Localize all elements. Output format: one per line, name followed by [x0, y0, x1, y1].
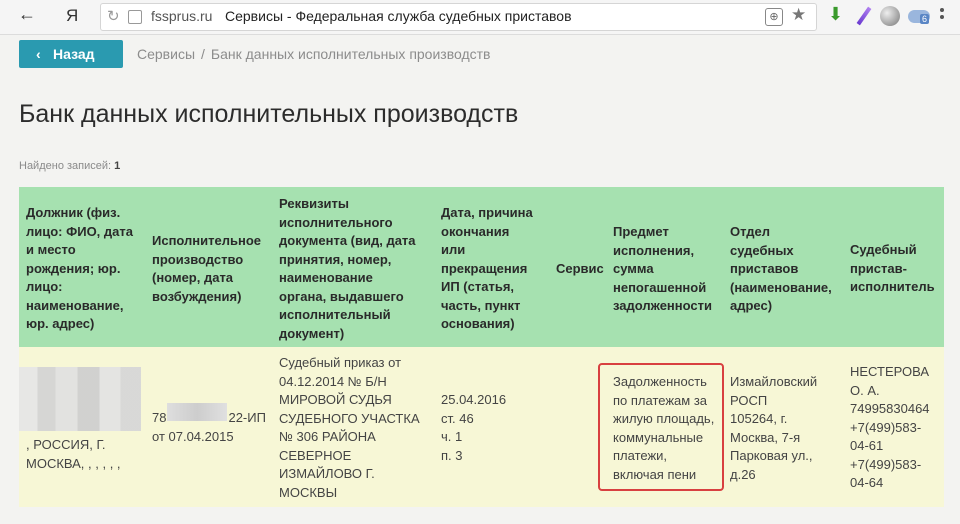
page-title: Банк данных исполнительных производств	[19, 100, 519, 128]
bailiff-phone-1[interactable]: 74995830464	[850, 400, 944, 419]
back-button-label: Назад	[53, 46, 95, 62]
redacted-debtor-name	[19, 367, 141, 431]
menu-dots-icon[interactable]	[940, 8, 944, 28]
bailiff-phone-2[interactable]: +7(499)583- 04-61	[850, 419, 944, 456]
row-debtor: , РОССИЯ, Г. МОСКВА, , , , , ,	[26, 437, 121, 471]
back-arrow-icon[interactable]: ←	[18, 4, 36, 25]
header-department: Отдел судебных приставов (наименование, адре…	[730, 224, 832, 313]
breadcrumb-services[interactable]: Сервисы	[137, 46, 195, 62]
address-domain: fssprus.ru	[151, 8, 213, 24]
header-bailiff: Судебный пристав-исполнитель	[850, 242, 935, 294]
row-department: Измайловский РОСП 105264, г. Москва, 7-я Пар…	[730, 374, 818, 482]
lock-icon[interactable]	[128, 10, 142, 24]
records-found-count: 1	[114, 160, 121, 172]
sphere-extension-icon[interactable]	[880, 6, 900, 26]
header-document: Реквизиты исполнительного документа (вид, …	[279, 196, 416, 341]
back-button[interactable]: ‹ Назад	[19, 40, 123, 68]
records-found: Найдено записей: 1	[19, 160, 120, 172]
header-debtor: Должник (физ. лицо: ФИО, дата и место рожде…	[26, 205, 133, 331]
reload-icon[interactable]: ↻	[107, 7, 120, 25]
results-table: Должник (физ. лицо: ФИО, дата и место рожде…	[19, 187, 944, 507]
header-end-date: Дата, причина окончания или прекращения ИП (…	[441, 205, 533, 331]
address-page-title: Сервисы - Федеральная служба судебных пр…	[225, 8, 572, 24]
cloud-extension-icon[interactable]: 6	[908, 10, 930, 24]
row-subject: Задолженность по платежам за жилую площадь…	[613, 374, 715, 482]
chevron-left-icon: ‹	[36, 46, 41, 62]
pen-extension-icon[interactable]	[856, 6, 872, 26]
yandex-logo-icon[interactable]: Я	[66, 6, 78, 26]
bookmark-star-icon[interactable]: ★	[791, 5, 806, 25]
row-proceeding: 78 22-ИП от 07.04.2015	[152, 410, 266, 444]
download-extension-icon[interactable]: ⬇	[828, 4, 848, 24]
browser-toolbar: ← Я ↻ fssprus.ru Сервисы - Федеральная с…	[0, 0, 960, 35]
translate-icon[interactable]: ⊕	[765, 8, 783, 26]
row-bailiff: НЕСТЕРОВА О. А. 74995830464 +7(499)583- 04…	[850, 363, 944, 493]
header-service: Сервис	[556, 261, 604, 276]
header-proceeding: Исполнительное производство (номер, дата во…	[152, 233, 262, 304]
breadcrumb-current: Банк данных исполнительных производств	[210, 46, 491, 62]
breadcrumb: Сервисы / Банк данных исполнительных произ…	[137, 46, 491, 62]
address-bar[interactable]: ↻ fssprus.ru Сервисы - Федеральная служб…	[100, 3, 817, 31]
bailiff-phone-3[interactable]: +7(499)583- 04-64	[850, 456, 944, 493]
row-document: Судебный приказ от 04.12.2014 № Б/Н МИРОВО…	[279, 355, 420, 500]
row-end-date: 25.04.2016 ст. 46 ч. 1 п. 3	[441, 392, 507, 463]
cloud-extension-badge: 6	[920, 14, 930, 24]
records-found-label: Найдено записей:	[19, 160, 112, 172]
header-subject: Предмет исполнения, сумма непогашенной задол…	[613, 224, 712, 313]
